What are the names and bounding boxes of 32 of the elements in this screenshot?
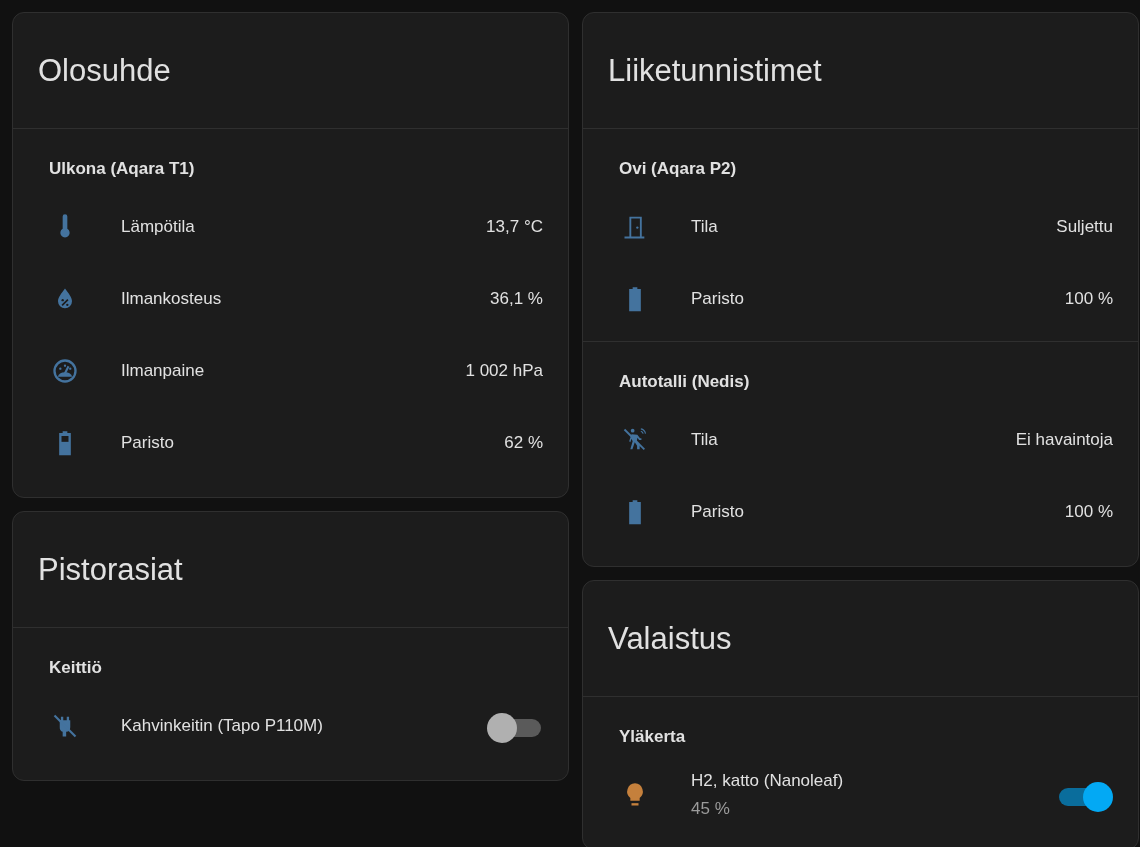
entity-state: Suljettu xyxy=(1056,217,1113,237)
entity-name[interactable]: Paristo xyxy=(121,433,174,453)
entity-state: 13,7 °C xyxy=(486,217,543,237)
entity-state: 100 % xyxy=(1064,289,1113,309)
section-title: Yläkerta xyxy=(618,726,686,748)
toggle-switch[interactable] xyxy=(487,712,543,740)
toggle-switch[interactable] xyxy=(1057,781,1113,809)
plug-off-icon xyxy=(51,712,79,740)
entity-name[interactable]: Tila xyxy=(691,217,718,237)
entity-name[interactable]: Ilmankosteus xyxy=(121,289,222,309)
entity-name[interactable]: Lämpötila xyxy=(121,217,195,237)
entity-state: Ei havaintoja xyxy=(1015,430,1113,450)
entity-name[interactable]: Paristo xyxy=(691,502,744,522)
entity-name[interactable]: Tila xyxy=(691,430,718,450)
section-title: Keittiö xyxy=(48,657,102,679)
section-title: Ulkona (Aqara T1) xyxy=(48,158,195,180)
section-title: Autotalli (Nedis) xyxy=(618,371,750,393)
entity-state: 36,1 % xyxy=(490,289,543,309)
card-title: Olosuhde xyxy=(38,52,171,89)
card-title: Pistorasiat xyxy=(38,551,183,588)
entity-name[interactable]: Kahvinkeitin (Tapo P110M) xyxy=(121,716,323,736)
gauge-icon xyxy=(51,357,79,385)
brightness-text: 45 % xyxy=(691,799,731,819)
entity-name[interactable]: H2, katto (Nanoleaf) xyxy=(691,771,844,791)
card-title: Liiketunnistimet xyxy=(608,52,822,89)
entity-name[interactable]: Ilmanpaine xyxy=(121,361,205,381)
card-title: Valaistus xyxy=(608,620,732,657)
entity-state: 100 % xyxy=(1064,502,1113,522)
entity-state: 1 002 hPa xyxy=(465,361,543,381)
entity-name[interactable]: Paristo xyxy=(691,289,744,309)
section-title: Ovi (Aqara P2) xyxy=(618,158,737,180)
entity-state: 62 % xyxy=(504,433,543,453)
